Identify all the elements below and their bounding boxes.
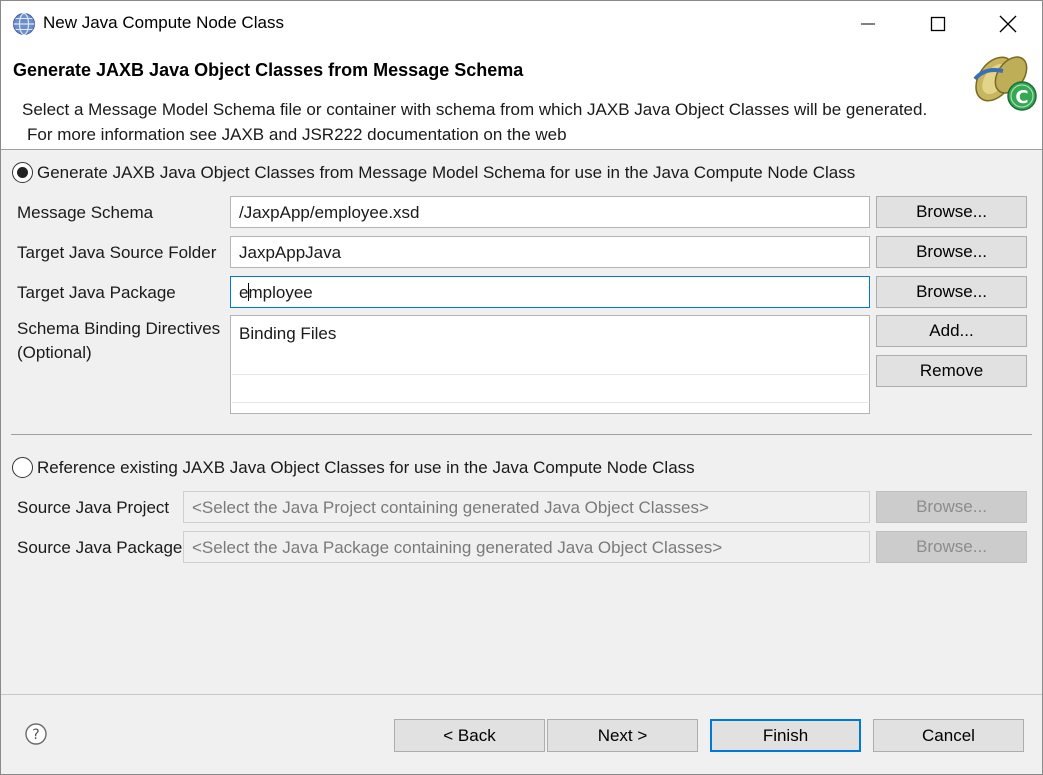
target-package-browse-button[interactable]: Browse... <box>876 276 1027 308</box>
section-divider <box>11 434 1032 435</box>
banner-title: Generate JAXB Java Object Classes from M… <box>13 60 524 80</box>
source-package-label: Source Java Package <box>17 538 183 557</box>
target-source-folder-browse-button[interactable]: Browse... <box>876 236 1027 268</box>
title-bar: New Java Compute Node Class <box>1 1 1042 47</box>
close-icon <box>999 15 1017 33</box>
maximize-icon <box>930 16 946 32</box>
message-schema-label: Message Schema <box>17 203 154 222</box>
source-project-field[interactable]: <Select the Java Project containing gene… <box>183 491 870 523</box>
generate-classes-radio-label: Generate JAXB Java Object Classes from M… <box>37 163 856 182</box>
source-project-browse-button[interactable]: Browse... <box>876 491 1027 523</box>
generate-classes-radio[interactable] <box>12 162 33 183</box>
svg-text:C: C <box>1015 87 1028 108</box>
target-source-folder-field[interactable]: JaxpAppJava <box>230 236 870 268</box>
list-row-divider <box>232 374 868 375</box>
message-schema-field[interactable]: /JaxpApp/employee.xsd <box>230 196 870 228</box>
binding-files-header: Binding Files <box>239 324 337 343</box>
next-button[interactable]: Next > <box>547 719 698 752</box>
help-icon[interactable]: ? <box>25 723 47 745</box>
globe-icon <box>13 12 35 36</box>
banner-divider <box>1 149 1042 150</box>
window-title: New Java Compute Node Class <box>43 13 284 32</box>
minimize-icon <box>861 23 875 25</box>
banner-description: Select a Message Model Schema file or co… <box>22 100 928 119</box>
maximize-button[interactable] <box>903 1 973 47</box>
remove-binding-button[interactable]: Remove <box>876 355 1027 387</box>
target-source-folder-label: Target Java Source Folder <box>17 243 217 262</box>
target-package-value-end: mployee <box>248 283 313 302</box>
binding-directives-label: Schema Binding Directives <box>17 319 221 338</box>
source-package-browse-button[interactable]: Browse... <box>876 531 1027 563</box>
minimize-button[interactable] <box>833 1 903 47</box>
source-project-label: Source Java Project <box>17 498 170 517</box>
source-package-field[interactable]: <Select the Java Package containing gene… <box>183 531 870 563</box>
binding-files-list[interactable]: Binding Files <box>230 315 870 414</box>
cancel-button[interactable]: Cancel <box>873 719 1024 752</box>
reference-existing-radio-label: Reference existing JAXB Java Object Clas… <box>37 458 695 477</box>
add-binding-button[interactable]: Add... <box>876 315 1027 347</box>
banner-description-more-info: For more information see JAXB and JSR222… <box>27 125 567 144</box>
java-compute-wizard-icon: C <box>973 56 1037 111</box>
back-button[interactable]: < Back <box>394 719 545 752</box>
footer-divider <box>1 694 1042 695</box>
reference-existing-radio[interactable] <box>12 457 33 478</box>
finish-button[interactable]: Finish <box>710 719 861 752</box>
target-package-field[interactable]: employee <box>230 276 870 308</box>
message-schema-browse-button[interactable]: Browse... <box>876 196 1027 228</box>
list-row-divider <box>232 402 868 403</box>
binding-directives-optional-label: (Optional) <box>17 343 92 362</box>
svg-text:?: ? <box>32 727 39 743</box>
wizard-banner: Generate JAXB Java Object Classes from M… <box>1 47 1042 149</box>
wizard-window: New Java Compute Node Class Generate JAX… <box>0 0 1043 775</box>
target-package-label: Target Java Package <box>17 283 176 302</box>
close-button[interactable] <box>973 1 1043 47</box>
